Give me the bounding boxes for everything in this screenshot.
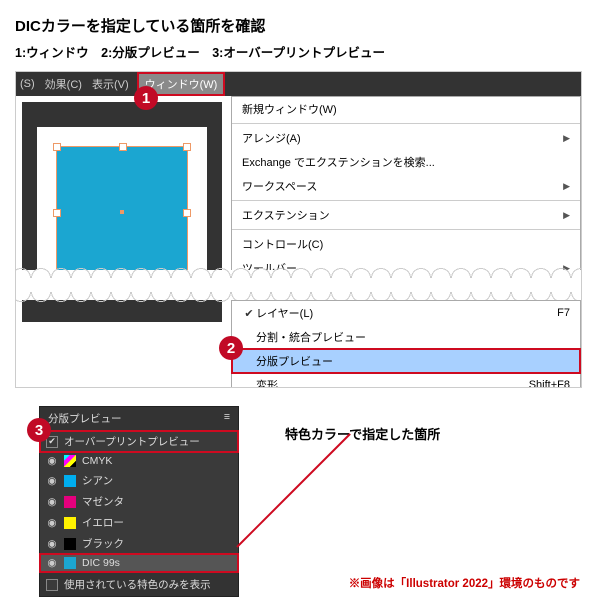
step-badge-2: 2 [219,336,243,360]
menu-effect[interactable]: 効果(C) [45,76,82,92]
step-badge-1: 1 [134,86,158,110]
menu-s[interactable]: (S) [20,78,35,90]
lower-composite: 分版プレビュー ≡ ✔ オーバープリントプレビュー ◉ CMYK ◉ シアン ◉… [15,406,580,591]
panel-menu-icon[interactable]: ≡ [224,411,230,426]
menu-item-new-window[interactable]: 新規ウィンドウ(W) [232,97,580,121]
step-badge-3: 3 [27,418,51,442]
swatch-black [64,538,76,550]
swatch-cyan [64,475,76,487]
chevron-right-icon: ▶ [563,181,570,192]
ink-row-cmyk[interactable]: ◉ CMYK [40,452,238,470]
menu-item-arrange[interactable]: アレンジ(A)▶ [232,126,580,150]
ink-row-black[interactable]: ◉ ブラック [40,533,238,554]
callout-line [236,433,351,548]
shortcut-label: F7 [557,307,570,319]
top-composite: (S) 効果(C) 表示(V) ウィンドウ(W) 新規ウィンドウ(W) アレンジ… [15,71,582,388]
chevron-right-icon: ▶ [563,133,570,144]
checkmark-icon: ✔ [242,307,256,320]
chevron-right-icon: ▶ [563,210,570,221]
panel-title: 分版プレビュー ≡ [40,407,238,431]
separations-panel: 分版プレビュー ≡ ✔ オーバープリントプレビュー ◉ CMYK ◉ シアン ◉… [39,406,239,597]
eye-icon[interactable]: ◉ [46,517,58,529]
steps-line: 1:ウィンドウ 2:分版プレビュー 3:オーバープリントプレビュー [15,42,585,61]
menu-item-split[interactable]: 分割・統合プレビュー [232,325,580,349]
ink-row-magenta[interactable]: ◉ マゼンタ [40,491,238,512]
ink-row-cyan[interactable]: ◉ シアン [40,470,238,491]
swatch-magenta [64,496,76,508]
menu-item-sep-preview[interactable]: 分版プレビュー [232,349,580,373]
eye-icon[interactable]: ◉ [46,538,58,550]
menubar: (S) 効果(C) 表示(V) ウィンドウ(W) [16,72,581,96]
menu-view[interactable]: 表示(V) [92,76,129,92]
eye-icon[interactable]: ◉ [46,557,58,569]
eye-icon[interactable]: ◉ [46,455,58,467]
menu-item-extension[interactable]: エクステンション▶ [232,203,580,227]
selected-rectangle[interactable] [56,146,188,278]
menu-item-workspace[interactable]: ワークスペース▶ [232,174,580,198]
ink-row-yellow[interactable]: ◉ イエロー [40,512,238,533]
menu-item-transform[interactable]: 変形 Shift+F8 [232,373,580,388]
swatch-yellow [64,517,76,529]
eye-icon[interactable]: ◉ [46,496,58,508]
page-heading: DICカラーを指定している箇所を確認 [15,15,585,36]
menu-item-layer[interactable]: ✔レイヤー(L) F7 [232,301,580,325]
swatch-dic [64,557,76,569]
shortcut-label: Shift+F8 [529,379,570,388]
overprint-row[interactable]: ✔ オーバープリントプレビュー [40,431,238,452]
eye-icon[interactable]: ◉ [46,475,58,487]
wavy-cut-icon [15,270,582,300]
window-dropdown-lower: ✔レイヤー(L) F7 分割・統合プレビュー 分版プレビュー 変形 Shift+… [231,300,581,388]
callout-label: 特色カラーで指定した箇所 [285,424,440,443]
menu-item-exchange[interactable]: Exchange でエクステンションを検索... [232,150,580,174]
panel-footer-row[interactable]: 使用されている特色のみを表示 [40,572,238,596]
footnote: ※画像は「Illustrator 2022」環境のものです [349,575,580,591]
checkbox-icon[interactable] [46,579,58,591]
swatch-cmyk [64,455,76,467]
menu-item-control[interactable]: コントロール(C) [232,232,580,256]
ink-row-dic[interactable]: ◉ DIC 99s [40,554,238,572]
